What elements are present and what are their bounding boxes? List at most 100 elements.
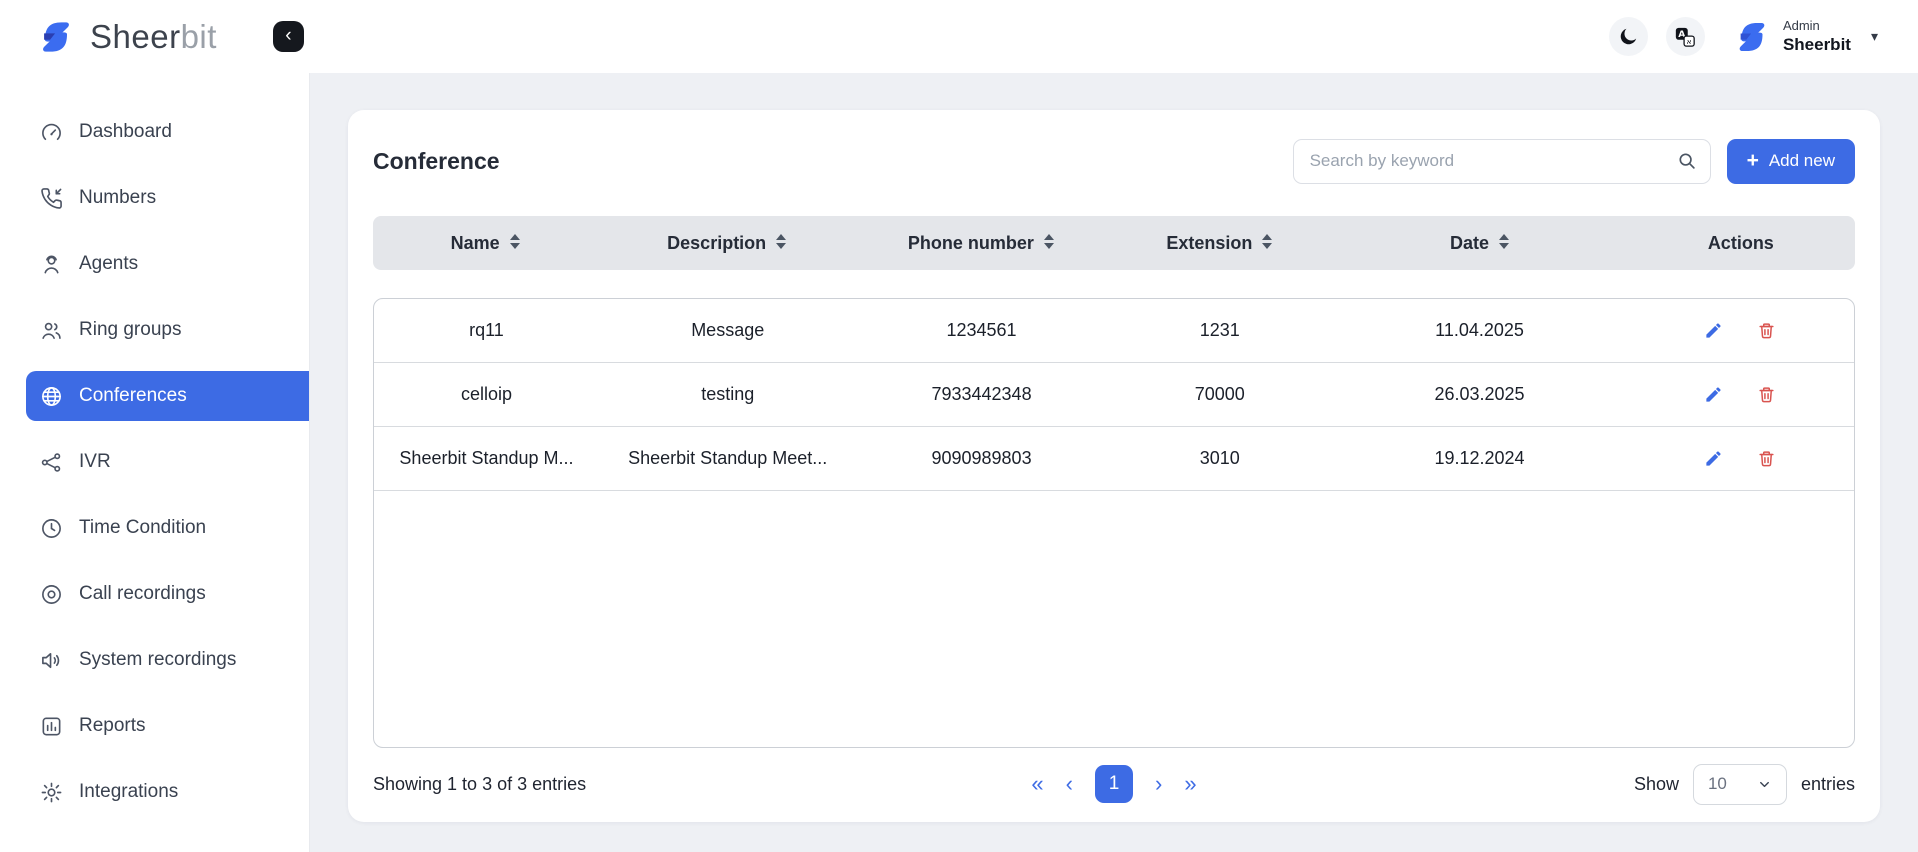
table-row: celloip testing 7933442348 70000 26.03.2… [374, 363, 1854, 427]
gear-icon [40, 781, 63, 804]
cell-date: 26.03.2025 [1333, 363, 1626, 426]
column-header-name[interactable]: Name [373, 216, 598, 270]
sidebar-item-integrations[interactable]: Integrations [26, 767, 309, 817]
sidebar-collapse-button[interactable]: ‹ [273, 21, 304, 52]
column-header-phone-number[interactable]: Phone number [856, 216, 1106, 270]
sidebar-item-label: Reports [79, 715, 146, 737]
translate-icon: A א [1674, 26, 1696, 48]
table-body: rq11 Message 1234561 1231 11.04.2025 [373, 298, 1855, 748]
speaker-icon [40, 649, 63, 672]
sort-icon [1043, 233, 1055, 254]
cell-date: 11.04.2025 [1333, 299, 1626, 362]
pagination-next-button[interactable]: › [1155, 773, 1162, 795]
sidebar-item-label: System recordings [79, 649, 236, 671]
dashboard-gauge-icon [40, 121, 63, 144]
cell-name: Sheerbit Standup M... [374, 427, 599, 490]
sidebar-item-system-recordings[interactable]: System recordings [26, 635, 309, 685]
column-header-actions: Actions [1627, 216, 1855, 270]
clock-icon [40, 517, 63, 540]
entries-label: entries [1801, 774, 1855, 795]
table-row: rq11 Message 1234561 1231 11.04.2025 [374, 299, 1854, 363]
pagination-prev-button[interactable]: ‹ [1066, 773, 1073, 795]
page-size-select[interactable]: 10 [1693, 764, 1787, 805]
user-texts: Admin Sheerbit [1783, 18, 1851, 56]
cell-description: Message [599, 299, 857, 362]
globe-icon [40, 385, 63, 408]
search-field [1293, 139, 1711, 184]
sidebar-item-label: IVR [79, 451, 111, 473]
cell-phone-number: 1234561 [856, 299, 1106, 362]
delete-button[interactable] [1755, 447, 1778, 470]
language-toggle-button[interactable]: A א [1666, 17, 1705, 56]
pagination: « ‹ 1 › » [1031, 765, 1196, 803]
cell-extension: 1231 [1107, 299, 1333, 362]
page-title: Conference [373, 148, 500, 175]
edit-button[interactable] [1702, 447, 1725, 470]
user-avatar-logo [1731, 16, 1773, 58]
topbar: Sheerbit ‹ A א [0, 0, 1918, 73]
users-icon [40, 319, 63, 342]
sheerbit-logo-icon [34, 15, 78, 59]
table-footer: Showing 1 to 3 of 3 entries « ‹ 1 › » Sh… [373, 748, 1855, 820]
sidebar-item-agents[interactable]: Agents [26, 239, 309, 289]
sort-icon [1498, 233, 1510, 254]
table-header: Name Description Phone number Extension … [373, 216, 1855, 270]
cell-description: Sheerbit Standup Meet... [599, 427, 857, 490]
cell-extension: 70000 [1107, 363, 1333, 426]
sort-icon [775, 233, 787, 254]
sidebar-item-dashboard[interactable]: Dashboard [26, 107, 309, 157]
show-label: Show [1634, 774, 1679, 795]
sidebar-item-reports[interactable]: Reports [26, 701, 309, 751]
sidebar-item-ring-groups[interactable]: Ring groups [26, 305, 309, 355]
main-content: Conference + Add new [310, 73, 1918, 852]
showing-entries-text: Showing 1 to 3 of 3 entries [373, 774, 1031, 795]
delete-button[interactable] [1755, 319, 1778, 342]
search-icon [1676, 150, 1698, 177]
cell-actions [1626, 427, 1854, 490]
cell-phone-number: 9090989803 [856, 427, 1106, 490]
brand: Sheerbit [34, 15, 217, 59]
sidebar-item-conferences[interactable]: Conferences [26, 371, 309, 421]
sidebar-item-numbers[interactable]: Numbers [26, 173, 309, 223]
cell-name: rq11 [374, 299, 599, 362]
sidebar-item-label: Agents [79, 253, 138, 275]
sort-icon [1261, 233, 1273, 254]
column-header-extension[interactable]: Extension [1107, 216, 1334, 270]
edit-button[interactable] [1702, 319, 1725, 342]
search-input[interactable] [1293, 139, 1711, 184]
cell-date: 19.12.2024 [1333, 427, 1626, 490]
moon-icon [1618, 26, 1639, 47]
sidebar-item-label: Time Condition [79, 517, 206, 539]
sidebar-item-label: Numbers [79, 187, 156, 209]
cell-description: testing [599, 363, 857, 426]
cell-name: celloip [374, 363, 599, 426]
share-network-icon [40, 451, 63, 474]
cell-actions [1626, 299, 1854, 362]
topbar-actions: A א Admin Sheerbit ▾ [1609, 16, 1878, 58]
pagination-first-button[interactable]: « [1031, 773, 1043, 795]
conference-card: Conference + Add new [348, 110, 1880, 822]
user-menu[interactable]: Admin Sheerbit ▾ [1731, 16, 1878, 58]
record-disc-icon [40, 583, 63, 606]
page-size-value: 10 [1708, 774, 1727, 794]
column-header-date[interactable]: Date [1333, 216, 1626, 270]
pagination-last-button[interactable]: » [1184, 773, 1196, 795]
user-role: Admin [1783, 18, 1851, 34]
chevron-down-icon [1757, 777, 1772, 792]
sidebar-item-call-recordings[interactable]: Call recordings [26, 569, 309, 619]
sidebar: Dashboard Numbers Agents [0, 73, 310, 852]
sidebar-item-time-condition[interactable]: Time Condition [26, 503, 309, 553]
theme-toggle-button[interactable] [1609, 17, 1648, 56]
delete-button[interactable] [1755, 383, 1778, 406]
sidebar-item-label: Dashboard [79, 121, 172, 143]
brand-name: Sheerbit [90, 18, 217, 56]
sidebar-item-label: Conferences [79, 385, 187, 407]
pagination-page-1[interactable]: 1 [1095, 765, 1133, 803]
add-new-button[interactable]: + Add new [1727, 139, 1855, 184]
sidebar-item-ivr[interactable]: IVR [26, 437, 309, 487]
sort-icon [509, 233, 521, 254]
edit-button[interactable] [1702, 383, 1725, 406]
bar-chart-icon [40, 715, 63, 738]
column-header-description[interactable]: Description [598, 216, 856, 270]
phone-incoming-icon [40, 187, 63, 210]
